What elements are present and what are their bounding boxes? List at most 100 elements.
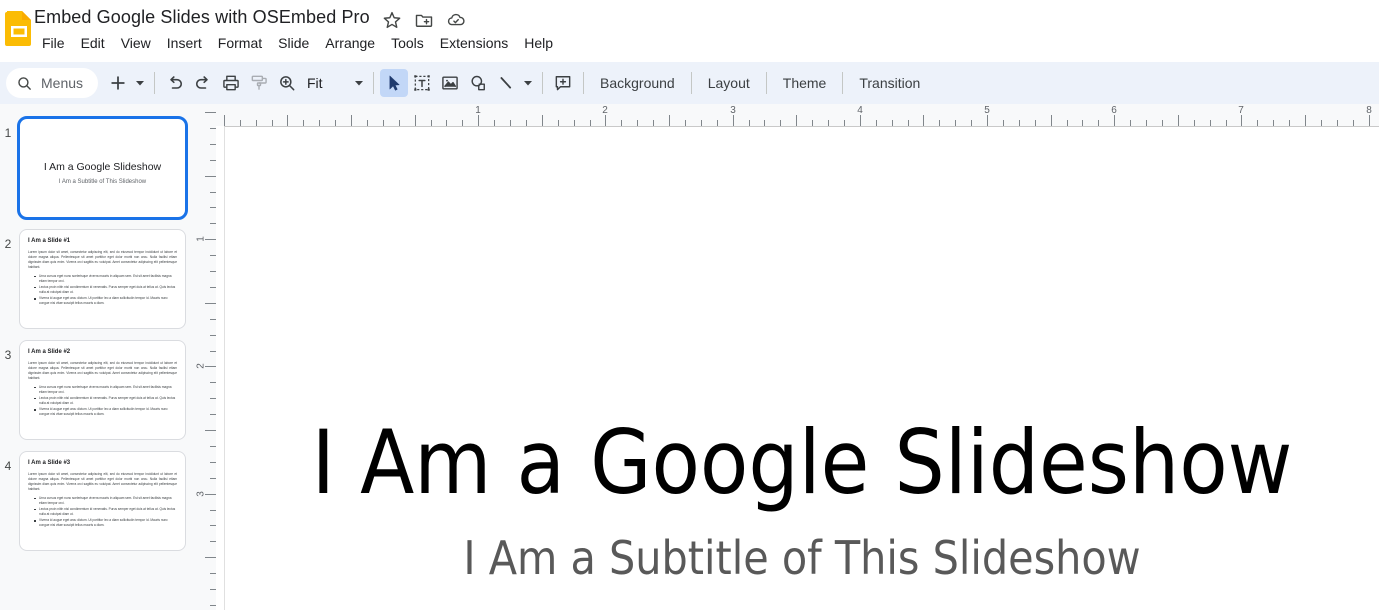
menu-item-edit[interactable]: Edit [73, 32, 113, 54]
menu-item-arrange[interactable]: Arrange [317, 32, 383, 54]
thumb-bullet-list: Urna cursus eget nunc scelerisque viverr… [34, 385, 177, 418]
ruler-tick [1369, 115, 1370, 126]
filmstrip-slide-1[interactable]: 1 I Am a Google Slideshow I Am a Subtitl… [0, 116, 196, 229]
ruler-tick [224, 115, 225, 126]
slide-thumbnail[interactable]: I Am a Slide #3 Lorem ipsum dolor sit am… [19, 451, 186, 551]
slide-canvas-area[interactable]: I Am a Google Slideshow I Am a Subtitle … [216, 126, 1379, 610]
new-slide-dropdown[interactable] [132, 69, 148, 97]
menu-item-tools[interactable]: Tools [383, 32, 432, 54]
ruler-label: 7 [1238, 105, 1244, 116]
document-title[interactable]: Embed Google Slides with OSEmbed Pro [34, 7, 370, 28]
toolbar-divider [690, 72, 692, 94]
slide-number: 1 [4, 126, 12, 140]
thumb-bullet-list: Urna cursus eget nunc scelerisque viverr… [34, 496, 177, 529]
ruler-tick [205, 430, 216, 431]
horizontal-ruler[interactable]: 1 2 3 4 5 6 7 8 [216, 104, 1379, 126]
ruler-tick [669, 115, 670, 126]
ruler-tick [1051, 115, 1052, 126]
ruler-tick [205, 366, 216, 367]
select-tool-button[interactable] [380, 69, 408, 97]
ruler-label: 1 [196, 236, 207, 242]
ruler-tick [351, 115, 352, 126]
layout-button[interactable]: Layout [698, 70, 760, 96]
thumb-bullet: Urna cursus eget nunc scelerisque viverr… [34, 274, 177, 284]
insert-image-button[interactable] [436, 69, 464, 97]
slide-thumbnail[interactable]: I Am a Slide #1 Lorem ipsum dolor sit am… [19, 229, 186, 329]
ruler-tick [205, 303, 216, 304]
ruler-tick [987, 115, 988, 126]
cloud-saved-icon[interactable] [446, 10, 466, 30]
insert-line-button[interactable] [492, 69, 520, 97]
ruler-tick [205, 176, 216, 177]
vertical-ruler[interactable]: 1 2 3 [196, 104, 216, 610]
paint-format-button[interactable] [245, 69, 273, 97]
filmstrip-slide-3[interactable]: 3 I Am a Slide #2 Lorem ipsum dolor sit … [0, 340, 196, 451]
slide-thumbnail[interactable]: I Am a Google Slideshow I Am a Subtitle … [17, 116, 188, 220]
ruler-tick [542, 115, 543, 126]
ruler-tick [1178, 115, 1179, 126]
thumb-bullet: Lectus proin nibh nisl condimentum id ve… [34, 285, 177, 295]
menus-search-box[interactable]: Menus [6, 68, 98, 98]
move-to-folder-icon[interactable] [414, 10, 434, 30]
filmstrip-slide-4[interactable]: 4 I Am a Slide #3 Lorem ipsum dolor sit … [0, 451, 196, 562]
ruler-label: 3 [730, 105, 736, 116]
thumb-title: I Am a Google Slideshow [43, 161, 162, 173]
ruler-label: 1 [475, 105, 481, 116]
redo-button[interactable] [189, 69, 217, 97]
insert-shape-button[interactable] [464, 69, 492, 97]
menu-item-view[interactable]: View [113, 32, 159, 54]
toolbar-divider [842, 72, 844, 94]
menu-item-format[interactable]: Format [210, 32, 270, 54]
add-comment-button[interactable] [549, 69, 577, 97]
toolbar-divider [765, 72, 767, 94]
menu-item-slide[interactable]: Slide [270, 32, 317, 54]
new-slide-button[interactable] [104, 69, 132, 97]
zoom-dropdown[interactable] [351, 69, 367, 97]
zoom-level-value[interactable]: Fit [301, 69, 351, 97]
ruler-label: 2 [602, 105, 608, 116]
slide-editing-surface[interactable]: I Am a Google Slideshow I Am a Subtitle … [224, 126, 1379, 610]
thumb-bullet-list: Urna cursus eget nunc scelerisque viverr… [34, 274, 177, 307]
thumb-subtitle: I Am a Subtitle of This Slideshow [58, 179, 147, 185]
ruler-label: 8 [1366, 105, 1372, 116]
thumb-body: Lorem ipsum dolor sit amet, consectetur … [28, 361, 177, 380]
editor-workarea: 1 I Am a Google Slideshow I Am a Subtitl… [0, 104, 1379, 610]
menu-item-insert[interactable]: Insert [159, 32, 210, 54]
google-slides-logo[interactable] [4, 10, 34, 46]
menu-item-file[interactable]: File [34, 32, 73, 54]
slide-number: 4 [4, 459, 12, 473]
thumb-body: Lorem ipsum dolor sit amet, consectetur … [28, 472, 177, 491]
ruler-label: 6 [1111, 105, 1117, 116]
slide-thumbnail[interactable]: I Am a Slide #2 Lorem ipsum dolor sit am… [19, 340, 186, 440]
ruler-tick [1241, 115, 1242, 126]
thumb-bullet: Viverra id augue eget arcu dictum. Ut po… [34, 407, 177, 417]
ruler-label: 2 [196, 363, 207, 369]
theme-button[interactable]: Theme [773, 70, 837, 96]
toolbar-divider [583, 72, 584, 94]
ruler-tick [205, 239, 216, 240]
print-button[interactable] [217, 69, 245, 97]
ruler-tick [1305, 115, 1306, 126]
thumb-body: Lorem ipsum dolor sit amet, consectetur … [28, 250, 177, 269]
menu-item-extensions[interactable]: Extensions [432, 32, 516, 54]
zoom-button[interactable] [273, 69, 301, 97]
background-button[interactable]: Background [590, 70, 685, 96]
toolbar-divider [373, 72, 374, 94]
filmstrip-slide-2[interactable]: 2 I Am a Slide #1 Lorem ipsum dolor sit … [0, 229, 196, 340]
star-icon[interactable] [382, 10, 402, 30]
menu-bar: File Edit View Insert Format Slide Arran… [34, 32, 561, 54]
text-box-button[interactable] [408, 69, 436, 97]
menu-item-help[interactable]: Help [516, 32, 561, 54]
undo-button[interactable] [161, 69, 189, 97]
slide-filmstrip-panel[interactable]: 1 I Am a Google Slideshow I Am a Subtitl… [0, 104, 196, 610]
slide-subtitle-text[interactable]: I Am a Subtitle of This Slideshow [225, 531, 1379, 586]
ruler-tick [478, 115, 479, 126]
ruler-tick [733, 115, 734, 126]
transition-button[interactable]: Transition [849, 70, 930, 96]
search-icon [18, 76, 31, 90]
main-toolbar: Menus Fit Background Layout Theme Transi… [0, 62, 1379, 104]
slide-title-text[interactable]: I Am a Google Slideshow [225, 414, 1379, 512]
menus-search-placeholder: Menus [41, 75, 84, 91]
insert-line-dropdown[interactable] [520, 69, 536, 97]
ruler-tick [287, 115, 288, 126]
